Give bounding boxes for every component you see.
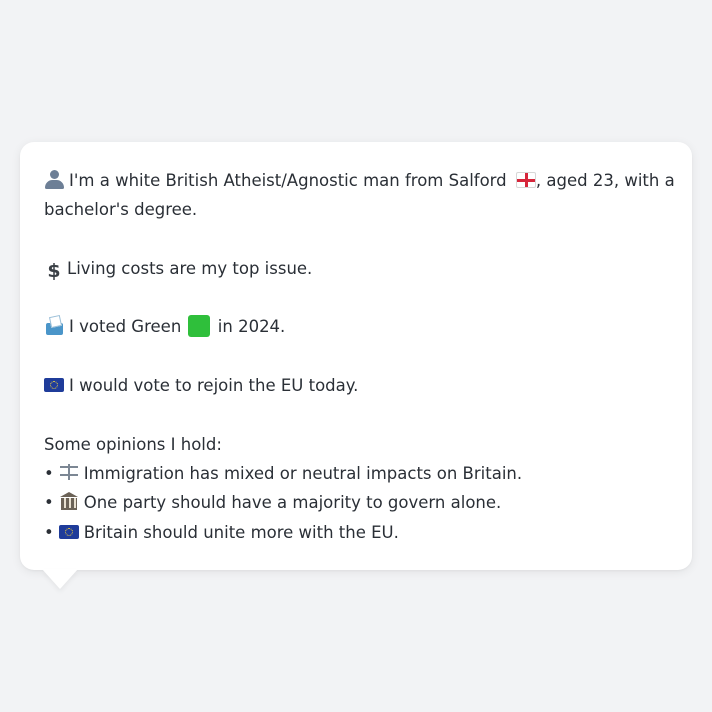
- speech-bubble-tail: [42, 569, 78, 589]
- eu-flag-icon: [44, 378, 64, 393]
- list-item: • One party should have a majority to gov…: [44, 488, 668, 517]
- bullet: •: [44, 493, 54, 513]
- bullet: •: [44, 463, 54, 483]
- vote-paragraph: I voted Green in 2024.: [44, 312, 668, 341]
- intro-paragraph: I'm a white British Atheist/Agnostic man…: [44, 166, 675, 225]
- opinion-text: One party should have a majority to gove…: [83, 493, 502, 513]
- top-issue-paragraph: $ Living costs are my top issue.: [44, 254, 668, 283]
- list-item: • Britain should unite more with the EU.: [44, 518, 668, 547]
- intro-line-2: bachelor's degree.: [44, 200, 198, 220]
- eu-flag-icon: [58, 524, 79, 539]
- bust-in-silhouette-icon: [44, 169, 64, 189]
- vote-prefix-text: I voted Green: [69, 317, 182, 337]
- classical-building-icon: [59, 491, 79, 511]
- opinions-heading: Some opinions I hold:: [44, 434, 222, 454]
- opinion-text: Britain should unite more with the EU.: [83, 522, 399, 542]
- top-issue-text: Living costs are my top issue.: [67, 258, 313, 278]
- green-square-icon: [187, 315, 210, 338]
- dollar-sign-icon: $: [47, 259, 61, 282]
- opinion-text: Immigration has mixed or neutral impacts…: [83, 463, 523, 483]
- eu-stance-text: I would vote to rejoin the EU today.: [69, 376, 359, 396]
- eu-stance-paragraph: I would vote to rejoin the EU today.: [44, 371, 668, 400]
- opinions-section: Some opinions I hold: • Immigration has m…: [44, 430, 668, 547]
- ballot-box-icon: [44, 315, 64, 336]
- vote-suffix-text: in 2024.: [217, 317, 286, 337]
- profile-speech-bubble: I'm a white British Atheist/Agnostic man…: [20, 142, 692, 570]
- england-flag-icon: [515, 172, 536, 188]
- scales-icon: [59, 462, 79, 482]
- list-item: • Immigration has mixed or neutral impact…: [44, 459, 668, 488]
- intro-suffix-text: , aged 23, with a: [535, 171, 675, 190]
- intro-text: I'm a white British Atheist/Agnostic man…: [69, 171, 507, 190]
- bullet: •: [44, 522, 54, 542]
